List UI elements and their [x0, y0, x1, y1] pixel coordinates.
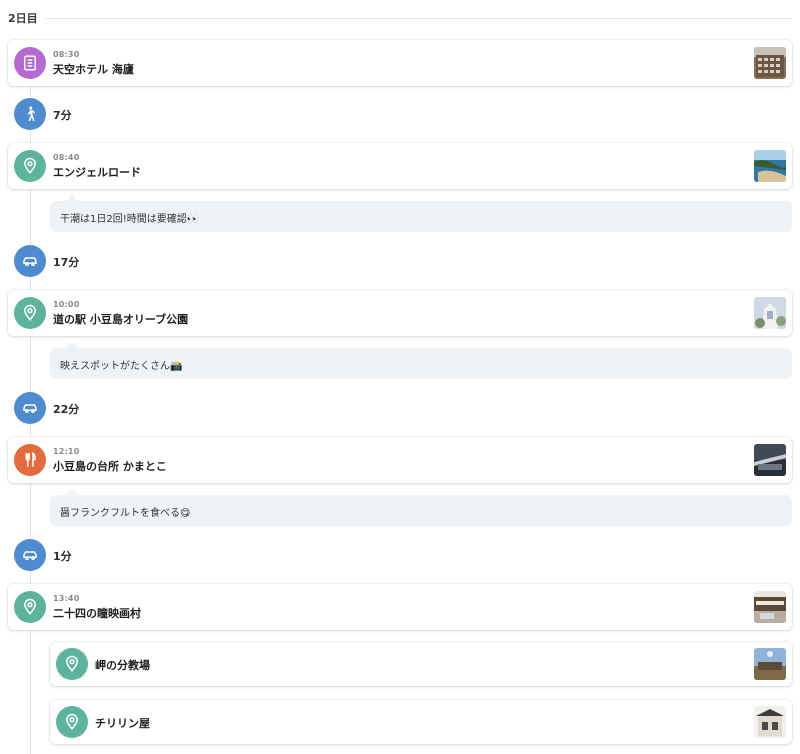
spot-note: 醤フランクフルトを食べる😋 [50, 489, 792, 526]
spot-time: 12:10 [53, 447, 80, 456]
move-segment: 7分 [14, 98, 314, 130]
hotel-icon [14, 47, 46, 79]
spot-thumbnail[interactable] [754, 444, 786, 476]
sub-spot-card[interactable]: チリリン屋 [50, 700, 792, 744]
day-label: 2日目 [8, 12, 38, 25]
map-pin-icon [14, 297, 46, 329]
sub-spot-card[interactable]: 岬の分教場 [50, 642, 792, 686]
spot-card-kamatoko[interactable]: 12:10 小豆島の台所 かまとこ [8, 437, 792, 483]
spot-note: 映えスポットがたくさん📸 [50, 342, 792, 379]
map-pin-icon [14, 591, 46, 623]
car-icon [14, 539, 46, 571]
note-text: 醤フランクフルトを食べる😋 [60, 508, 191, 519]
note-text: 映えスポットがたくさん📸 [60, 361, 183, 372]
spot-thumbnail[interactable] [754, 591, 786, 623]
spot-card-movie-village[interactable]: 13:40 二十四の瞳映画村 [8, 584, 792, 630]
spot-thumbnail[interactable] [754, 297, 786, 329]
spot-card-hotel[interactable]: 08:30 天空ホテル 海廬 [8, 40, 792, 86]
move-segment: 17分 [14, 245, 314, 277]
spot-card-olive-park[interactable]: 10:00 道の駅 小豆島オリーブ公園 [8, 290, 792, 336]
move-duration: 1分 [53, 550, 72, 563]
map-pin-icon [14, 150, 46, 182]
map-pin-icon [56, 648, 88, 680]
spot-thumbnail[interactable] [754, 150, 786, 182]
day-header: 2日目 [8, 9, 792, 27]
spot-name: 道の駅 小豆島オリーブ公園 [53, 313, 189, 326]
fork-knife-icon [14, 444, 46, 476]
spot-note: 干潮は1日2回!時間は要確認👀 [50, 195, 792, 232]
car-icon [14, 245, 46, 277]
move-duration: 22分 [53, 403, 80, 416]
sub-spot-name: 岬の分教場 [95, 659, 150, 672]
spot-name: エンジェルロード [53, 166, 141, 179]
divider [45, 17, 792, 19]
move-segment: 22分 [14, 392, 314, 424]
spot-name: 小豆島の台所 かまとこ [53, 460, 167, 473]
move-duration: 17分 [53, 256, 80, 269]
spot-card-angel-road[interactable]: 08:40 エンジェルロード [8, 143, 792, 189]
spot-thumbnail[interactable] [754, 706, 786, 738]
move-segment: 1分 [14, 539, 314, 571]
spot-time: 08:40 [53, 153, 80, 162]
note-text: 干潮は1日2回!時間は要確認👀 [60, 214, 200, 225]
spot-time: 13:40 [53, 594, 80, 603]
spot-name: 天空ホテル 海廬 [53, 63, 134, 76]
spot-thumbnail[interactable] [754, 47, 786, 79]
spot-time: 10:00 [53, 300, 80, 309]
car-icon [14, 392, 46, 424]
spot-time: 08:30 [53, 50, 80, 59]
spot-name: 二十四の瞳映画村 [53, 607, 141, 620]
move-duration: 7分 [53, 109, 72, 122]
map-pin-icon [56, 706, 88, 738]
spot-thumbnail[interactable] [754, 648, 786, 680]
walk-icon [14, 98, 46, 130]
sub-spot-name: チリリン屋 [95, 717, 150, 730]
